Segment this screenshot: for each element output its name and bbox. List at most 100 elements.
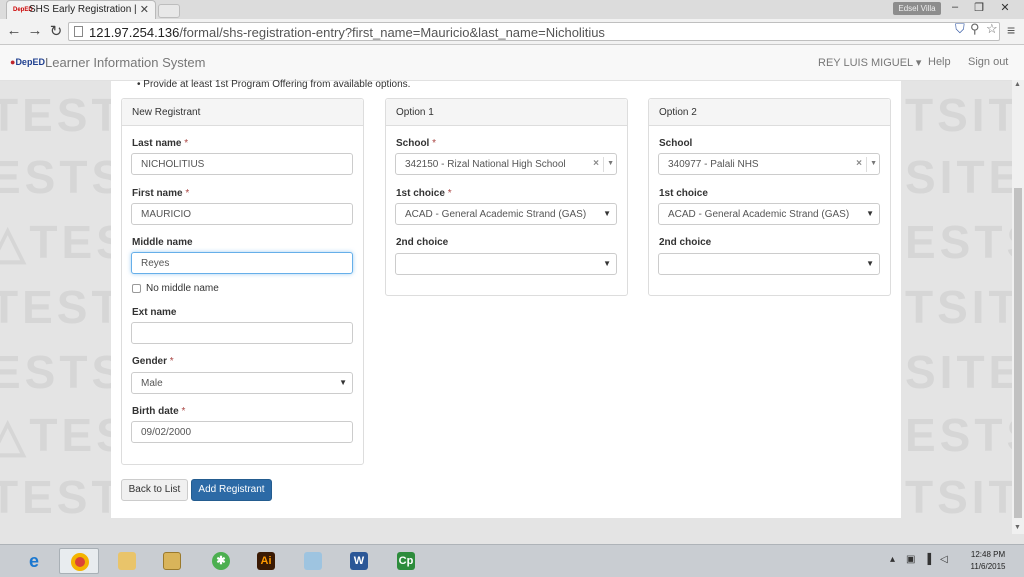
birth-date-label: Birth date *: [132, 406, 186, 417]
option2-first-choice-select[interactable]: ACAD - General Academic Strand (GAS) ▼: [658, 203, 880, 225]
option1-first-choice-label: 1st choice *: [396, 188, 452, 199]
gender-select[interactable]: Male ▼: [131, 372, 353, 394]
forward-arrow-icon[interactable]: →: [27, 22, 43, 39]
middle-name-field[interactable]: Reyes: [131, 252, 353, 274]
dropdown-arrow-icon: ▼: [607, 160, 614, 167]
dropdown-arrow-icon: ▼: [603, 259, 611, 268]
notepad-taskbar-icon[interactable]: [293, 548, 333, 574]
first-name-field[interactable]: MAURICIO: [131, 203, 353, 225]
app-navbar: ●DepED Learner Information System REY LU…: [0, 45, 1024, 81]
browser-toolbar: ← → ↻ 121.97.254.136/formal/shs-registra…: [0, 19, 1024, 45]
watermark-text: TSIT: [905, 471, 1021, 523]
deped-logo: ●DepED: [10, 57, 45, 67]
brand-title[interactable]: Learner Information System: [45, 55, 205, 70]
restore-icon[interactable]: ❐: [968, 1, 990, 14]
watermark-text: TSIT: [905, 89, 1021, 141]
dropdown-arrow-icon: ▼: [603, 209, 611, 218]
watermark-text: ESTS: [905, 409, 1024, 461]
user-menu[interactable]: REY LUIS MIGUEL ▾: [818, 56, 921, 69]
dropdown-arrow-icon: ▼: [866, 209, 874, 218]
watermark-text: ESTS: [0, 346, 127, 398]
clear-icon[interactable]: ×: [856, 158, 862, 169]
instruction-text: • Provide at least 1st Program Offering …: [137, 79, 411, 90]
help-link[interactable]: Help: [928, 56, 951, 68]
middle-name-label: Middle name: [132, 237, 193, 248]
option2-second-choice-select[interactable]: ▼: [658, 253, 880, 275]
panel-title: Option 1: [396, 107, 434, 118]
watermark-text: TSIT: [905, 281, 1021, 333]
option1-school-select[interactable]: 342150 - Rizal National High School × ▼: [395, 153, 617, 175]
scrollbar-thumb[interactable]: [1014, 188, 1022, 518]
search-icon[interactable]: ⚲: [970, 21, 980, 37]
add-registrant-button[interactable]: Add Registrant: [191, 479, 272, 501]
browser-tab-bar: DepED SHS Early Registration | Le ✕ Edse…: [0, 0, 1024, 19]
first-name-label: First name *: [132, 188, 190, 199]
panel-title: New Registrant: [132, 107, 201, 118]
captivate-taskbar-icon[interactable]: Cp: [386, 548, 426, 574]
option2-second-choice-label: 2nd choice: [659, 237, 712, 248]
option1-second-choice-label: 2nd choice: [396, 237, 449, 248]
shield-extension-icon[interactable]: ⛉: [955, 21, 965, 37]
option2-school-select[interactable]: 340977 - Palali NHS × ▼: [658, 153, 880, 175]
option2-first-choice-label: 1st choice: [659, 188, 708, 199]
watermark-text: SITE: [905, 151, 1024, 203]
watermark-text: ESTS: [905, 216, 1024, 268]
ext-name-label: Ext name: [132, 307, 177, 318]
gender-label: Gender *: [132, 356, 174, 367]
folder-taskbar-icon[interactable]: [107, 548, 147, 574]
scroll-up-icon[interactable]: ▲: [1014, 81, 1021, 88]
dropdown-arrow-icon: ▼: [866, 259, 874, 268]
watermark-text: SITE: [905, 346, 1024, 398]
minimize-icon[interactable]: –: [944, 1, 966, 13]
clock-time: 12:48 PM: [970, 550, 1006, 559]
page-scrollbar[interactable]: ▲ ▼: [1012, 80, 1024, 534]
volume-icon[interactable]: ◁: [940, 554, 948, 565]
url-text[interactable]: 121.97.254.136/formal/shs-registration-e…: [89, 25, 605, 40]
last-name-label: Last name *: [132, 138, 189, 149]
clear-icon[interactable]: ×: [593, 158, 599, 169]
tab-title: SHS Early Registration | Le: [29, 4, 137, 15]
profile-button[interactable]: Edsel Villa: [893, 2, 941, 15]
clock-date: 11/6/2015: [970, 562, 1006, 571]
back-to-list-button[interactable]: Back to List: [121, 479, 188, 501]
address-bar[interactable]: 121.97.254.136/formal/shs-registration-e…: [68, 22, 1000, 41]
last-name-field[interactable]: NICHOLITIUS: [131, 153, 353, 175]
tray-app-icon[interactable]: ▣: [906, 554, 915, 565]
ie-taskbar-icon[interactable]: e: [14, 548, 54, 574]
option1-second-choice-select[interactable]: ▼: [395, 253, 617, 275]
network-icon[interactable]: ▐: [924, 554, 931, 565]
menu-icon[interactable]: ≡: [1007, 22, 1015, 38]
panel-header: Option 2: [649, 99, 890, 126]
explorer-taskbar-icon[interactable]: [152, 548, 192, 574]
option2-school-label: School: [659, 138, 693, 149]
ext-name-field[interactable]: [131, 322, 353, 344]
new-tab-button[interactable]: [158, 4, 180, 18]
word-taskbar-icon[interactable]: W: [339, 548, 379, 574]
close-tab-icon[interactable]: ✕: [140, 3, 149, 16]
back-arrow-icon[interactable]: ←: [6, 22, 22, 39]
chrome-taskbar-icon[interactable]: [59, 548, 99, 574]
scroll-down-icon[interactable]: ▼: [1014, 524, 1021, 531]
option1-school-label: School *: [396, 138, 437, 149]
page-icon: [74, 26, 83, 37]
bookmark-star-icon[interactable]: ☆: [986, 21, 998, 37]
window-close-icon[interactable]: ✕: [994, 1, 1016, 14]
dropdown-arrow-icon: ▼: [870, 160, 877, 167]
deped-favicon-icon: DepED: [13, 7, 33, 13]
panel-title: Option 2: [659, 107, 697, 118]
dropdown-arrow-icon: ▼: [339, 378, 347, 387]
panel-header: Option 1: [386, 99, 627, 126]
atom-taskbar-icon[interactable]: ✱: [201, 548, 241, 574]
windows-taskbar: e ✱ Ai W Cp ▴ ▣ ▐ ◁ 12:48 PM 11/6/2015: [0, 544, 1024, 577]
no-middle-name-checkbox[interactable]: [132, 284, 141, 293]
signout-link[interactable]: Sign out: [968, 56, 1008, 68]
birth-date-field[interactable]: 09/02/2000: [131, 421, 353, 443]
reload-icon[interactable]: ↻: [48, 22, 64, 40]
panel-header: New Registrant: [122, 99, 363, 126]
browser-tab[interactable]: DepED SHS Early Registration | Le ✕: [6, 0, 156, 19]
no-middle-name-label: No middle name: [146, 283, 219, 294]
taskbar-clock[interactable]: 12:48 PM 11/6/2015: [966, 549, 1010, 573]
illustrator-taskbar-icon[interactable]: Ai: [246, 548, 286, 574]
option1-first-choice-select[interactable]: ACAD - General Academic Strand (GAS) ▼: [395, 203, 617, 225]
tray-overflow-icon[interactable]: ▴: [890, 554, 895, 565]
